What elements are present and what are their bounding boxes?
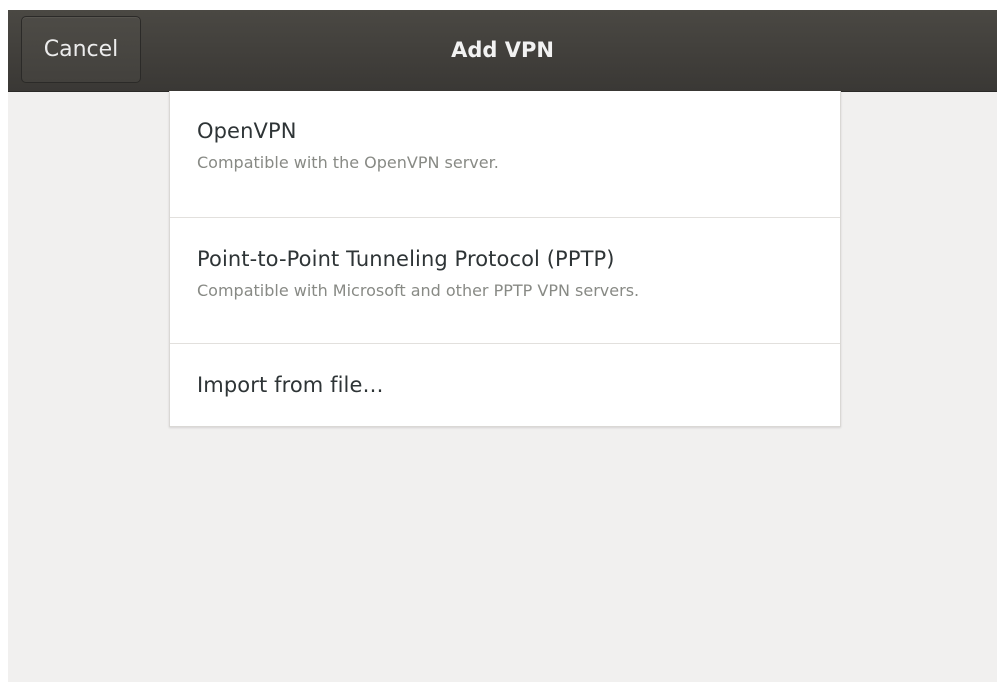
- add-vpn-dialog: Cancel Add VPN OpenVPN Compatible with t…: [8, 10, 997, 682]
- vpn-option-pptp[interactable]: Point-to-Point Tunneling Protocol (PPTP)…: [170, 218, 840, 344]
- dialog-title: Add VPN: [451, 38, 554, 62]
- option-description: Compatible with Microsoft and other PPTP…: [197, 281, 640, 300]
- vpn-option-openvpn[interactable]: OpenVPN Compatible with the OpenVPN serv…: [170, 91, 840, 218]
- vpn-type-list: OpenVPN Compatible with the OpenVPN serv…: [169, 91, 841, 427]
- import-from-file-option[interactable]: Import from file…: [170, 344, 840, 426]
- option-description: Compatible with the OpenVPN server.: [197, 153, 499, 172]
- option-title: Point-to-Point Tunneling Protocol (PPTP): [197, 247, 615, 271]
- header-bar: Cancel Add VPN: [8, 10, 997, 92]
- option-title: OpenVPN: [197, 119, 297, 143]
- cancel-button[interactable]: Cancel: [21, 16, 141, 83]
- option-title: Import from file…: [197, 373, 384, 397]
